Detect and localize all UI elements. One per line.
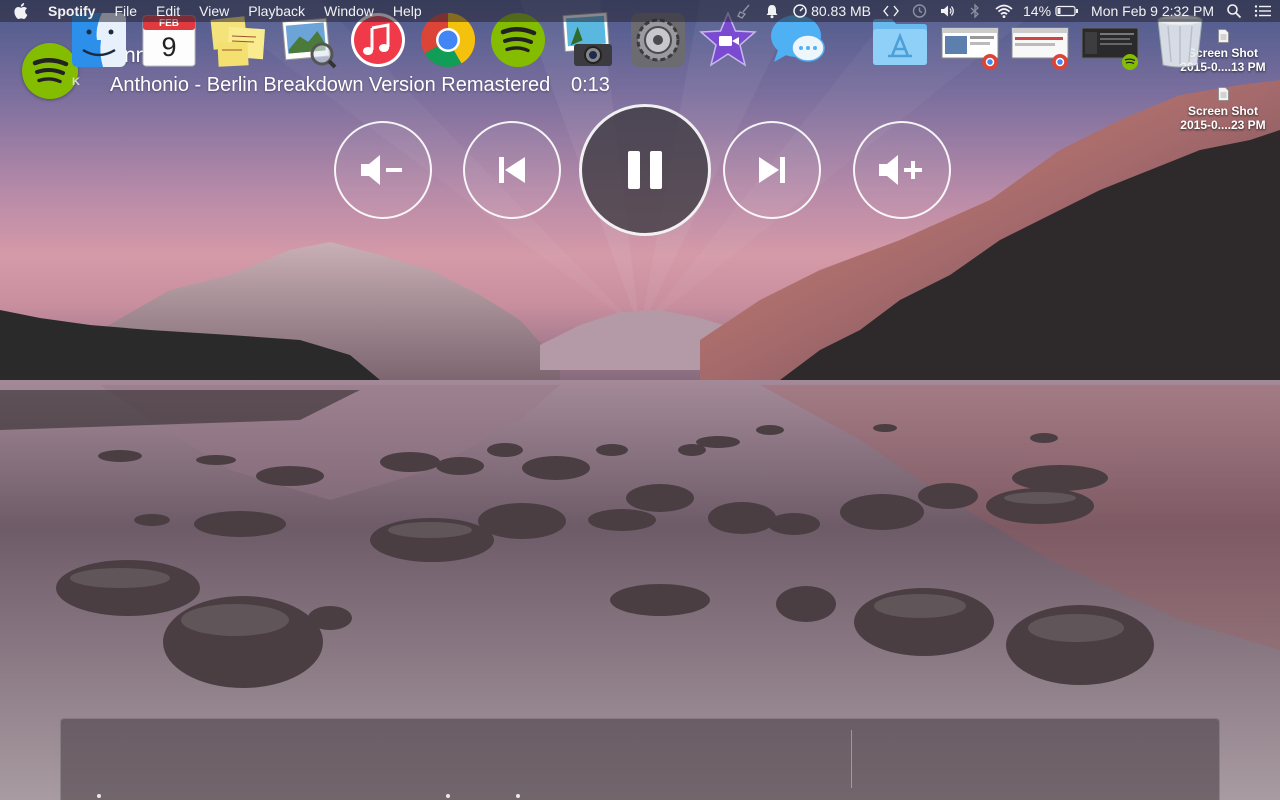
broom-icon[interactable] [736, 3, 752, 19]
file-name: Screen Shot [1187, 104, 1259, 118]
running-indicator [446, 794, 450, 798]
menu-view[interactable]: View [199, 0, 229, 22]
menu-file[interactable]: File [114, 0, 137, 22]
notification-center-icon[interactable] [1254, 3, 1271, 19]
pause-button[interactable] [579, 104, 711, 236]
memory-value: 80.83 MB [811, 3, 872, 19]
spotlight-search-icon[interactable] [1226, 3, 1242, 19]
pause-icon [628, 151, 662, 189]
now-playing-time: 0:13 [571, 74, 610, 96]
next-track-button[interactable] [723, 121, 821, 219]
menu-help[interactable]: Help [393, 0, 422, 22]
volume-down-icon [361, 155, 402, 185]
wifi-icon[interactable] [995, 3, 1013, 19]
volume-up-button[interactable] [853, 121, 951, 219]
next-track-icon [759, 157, 785, 183]
menu-playback[interactable]: Playback [248, 0, 305, 22]
menu-window[interactable]: Window [324, 0, 374, 22]
battery-icon [1055, 3, 1079, 19]
calendar-day: 9 [161, 32, 177, 62]
battery-percent: 14% [1023, 3, 1052, 19]
menu-clock[interactable]: Mon Feb 9 2:32 PM [1091, 0, 1214, 22]
logo-badge: K [72, 76, 80, 88]
memory-status[interactable]: 80.83 MB [792, 0, 871, 22]
menu-bar: Spotify File Edit View Playback Window H… [0, 0, 1280, 22]
volume-down-button[interactable] [334, 121, 432, 219]
volume-icon[interactable] [939, 3, 955, 19]
menu-edit[interactable]: Edit [156, 0, 180, 22]
running-indicator [516, 794, 520, 798]
dock-separator [851, 730, 852, 788]
previous-track-button[interactable] [463, 121, 561, 219]
code-brackets-icon[interactable] [883, 3, 899, 19]
document-icon [1217, 87, 1229, 101]
document-icon [1217, 29, 1229, 43]
apple-menu-icon[interactable] [14, 3, 28, 19]
battery-status[interactable]: 14% [1023, 0, 1079, 22]
bluetooth-icon[interactable] [967, 3, 983, 19]
desktop-file-screenshot-2[interactable]: Screen Shot 2015-0....23 PM [1168, 87, 1278, 132]
volume-up-icon [879, 155, 922, 185]
now-playing-track: Anthonio - Berlin Breakdown Version Rema… [110, 74, 551, 96]
time-machine-icon[interactable] [911, 3, 927, 19]
dock [60, 718, 1220, 800]
running-indicator [97, 794, 101, 798]
previous-track-icon [499, 157, 525, 183]
notification-bell-icon[interactable] [764, 3, 780, 19]
file-date: 2015-0....23 PM [1180, 118, 1266, 132]
memory-gauge-icon [792, 3, 808, 19]
menu-app-name[interactable]: Spotify [48, 0, 95, 22]
